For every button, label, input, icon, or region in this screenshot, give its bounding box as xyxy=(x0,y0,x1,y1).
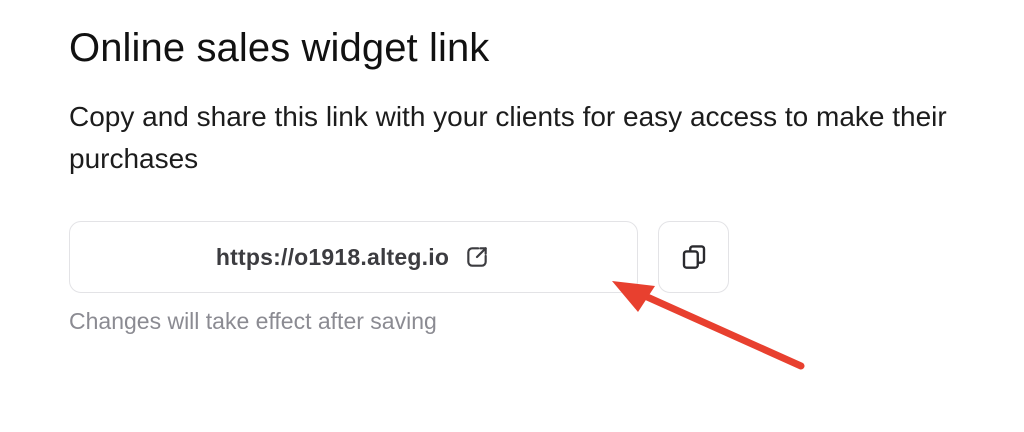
section-description: Copy and share this link with your clien… xyxy=(69,101,947,174)
external-link-icon[interactable] xyxy=(463,243,491,271)
save-hint: Changes will take effect after saving xyxy=(69,308,437,334)
copy-link-button[interactable] xyxy=(658,221,729,293)
widget-link-url[interactable]: https://o1918.alteg.io xyxy=(216,244,449,271)
widget-link-field[interactable]: https://o1918.alteg.io xyxy=(69,221,638,293)
page-title: Online sales widget link xyxy=(69,26,490,70)
copy-icon xyxy=(679,242,709,272)
